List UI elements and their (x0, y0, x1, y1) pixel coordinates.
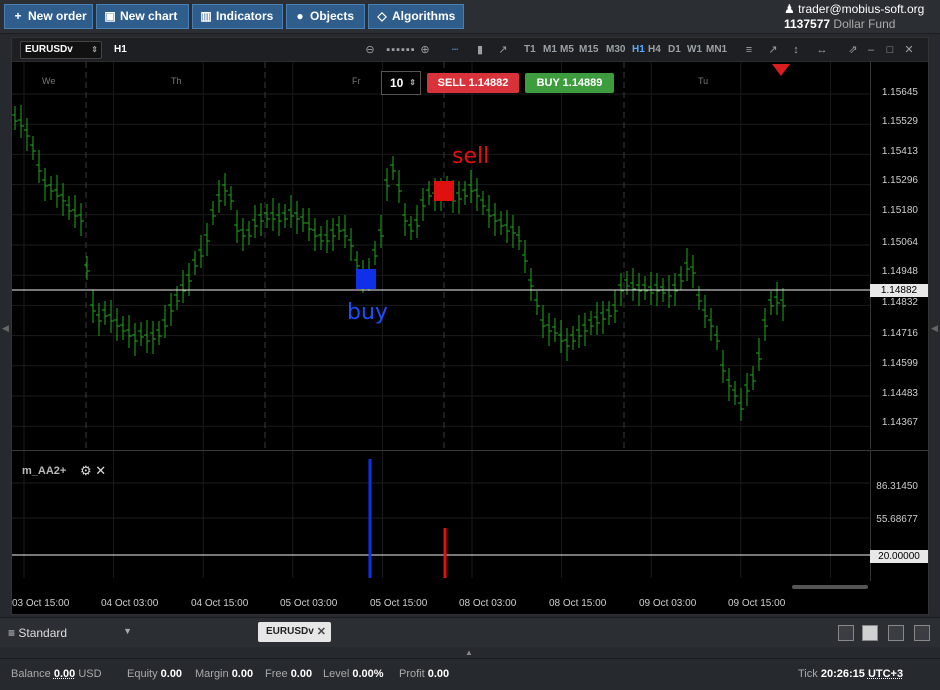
chevron-down-icon: ▼ (123, 626, 132, 636)
price-tick: 1.14716 (881, 328, 918, 339)
price-tick: 1.14367 (881, 417, 918, 428)
algorithms-button[interactable]: ◇ Algorithms (368, 4, 464, 29)
gear-icon[interactable]: ⚙ (80, 463, 92, 478)
top-toolbar: + New order ▣ New chart ▥ Indicators ● Objec… (0, 0, 940, 34)
price-tick: 1.15529 (881, 116, 918, 127)
workspace-select[interactable]: ≡ Standard ▼ (8, 626, 132, 640)
price-tick: 1.15413 (881, 146, 918, 157)
free-margin: Free 0.00 (265, 668, 313, 680)
equity: Equity 0.00 (127, 668, 183, 680)
user-email: trader@mobius-soft.org (798, 2, 925, 16)
indicator-name: m_AA2+ (22, 465, 67, 477)
profit: Profit 0.00 (399, 668, 450, 680)
margin: Margin 0.00 (195, 668, 254, 680)
right-panel-arrow-icon[interactable]: ◀ (931, 323, 938, 334)
price-tick: 1.14599 (881, 358, 918, 369)
indicator-level-label: 20.00000 (870, 550, 928, 563)
time-tick: 09 Oct 03:00 (639, 598, 697, 609)
lot-size-input[interactable]: 10 ⇕ (381, 71, 421, 95)
indicator-panel[interactable]: m_AA2+ ⚙ ✕ 86.31450 55.68677 20.00000 (12, 450, 928, 582)
workspace-bar: ≡ Standard ▼ EURUSDv ✕ (0, 617, 940, 647)
indicator-tick: 86.31450 (876, 481, 918, 492)
price-tick: 1.15064 (881, 237, 918, 248)
time-tick: 05 Oct 03:00 (280, 598, 338, 609)
new-order-button[interactable]: + New order (4, 4, 93, 29)
objects-button[interactable]: ● Objects (286, 4, 365, 29)
left-panel-arrow-icon[interactable]: ◀ (2, 323, 9, 334)
price-tick: 1.15645 (881, 87, 918, 98)
day-label: Tu (698, 76, 709, 86)
price-tick: 1.14483 (881, 388, 918, 399)
status-bar: Balance 0.00 USD Equity 0.00 Margin 0.00… (0, 658, 940, 690)
time-tick: 09 Oct 15:00 (728, 598, 786, 609)
balance: Balance 0.00 USD (11, 668, 102, 680)
time-axis[interactable]: 03 Oct 15:00 04 Oct 03:00 04 Oct 15:00 0… (12, 594, 872, 614)
chevron-updown-icon: ⇕ (409, 78, 416, 87)
plus-icon: + (14, 9, 22, 23)
user-icon: ♟ (784, 2, 795, 16)
objects-icon: ● (296, 9, 304, 23)
new-chart-button[interactable]: ▣ New chart (96, 4, 189, 29)
diamond-icon: ◇ (377, 9, 387, 23)
sell-marker (434, 181, 454, 201)
sell-button[interactable]: SELL 1.14882 (427, 73, 519, 93)
current-price-label: 1.14882 (870, 284, 928, 297)
time-tick: 03 Oct 15:00 (12, 598, 70, 609)
horizontal-scrollbar[interactable] (792, 585, 868, 589)
day-label: Th (171, 76, 182, 86)
price-axis[interactable]: 1.15645 1.15529 1.15413 1.15296 1.15180 … (870, 62, 928, 449)
time-tick: 08 Oct 15:00 (549, 598, 607, 609)
layout-rows-button[interactable] (914, 625, 930, 641)
day-label: We (42, 76, 56, 86)
close-icon[interactable]: ✕ (95, 463, 106, 478)
user-info[interactable]: ♟ trader@mobius-soft.org 1137577 Dollar … (784, 2, 932, 32)
price-tick: 1.14832 (881, 297, 918, 308)
menu-icon: ≡ (8, 626, 16, 640)
bar-icon: ▥ (200, 9, 212, 23)
time-tick: 05 Oct 15:00 (370, 598, 428, 609)
margin-level: Level 0.00% (323, 668, 384, 680)
buy-marker (356, 269, 376, 289)
server-time: Tick 20:26:15 UTC+3 (798, 668, 904, 680)
chart-icon: ▣ (104, 9, 116, 23)
account-name: Dollar Fund (833, 17, 896, 31)
maximize-icon[interactable]: □ (883, 42, 897, 58)
price-tick: 1.15180 (881, 205, 918, 216)
close-icon[interactable]: ✕ (317, 622, 326, 642)
indicators-button[interactable]: ▥ Indicators (192, 4, 283, 29)
indicator-axis[interactable]: 86.31450 55.68677 20.00000 (870, 451, 928, 581)
price-tick: 1.15296 (881, 175, 918, 186)
close-icon[interactable]: ✕ (902, 42, 916, 58)
panel-toggle-icon[interactable]: ▲ (465, 648, 473, 657)
time-tick: 04 Oct 15:00 (191, 598, 249, 609)
alert-triangle-icon (772, 64, 790, 76)
chart-window: EURUSDv ⇕ H1 ⊖ ▪▪▪▪▪▪ ⊕ ┄ ▮ ↗ T1 M1 M5 M15 M3… (11, 37, 929, 615)
layout-columns-button[interactable] (888, 625, 904, 641)
chart-tab[interactable]: EURUSDv ✕ (258, 622, 331, 642)
layout-grid-button[interactable] (862, 625, 878, 641)
account-id: 1137577 (784, 17, 831, 31)
sell-mark-label: sell (452, 144, 490, 169)
price-tick: 1.14948 (881, 266, 918, 277)
buy-button[interactable]: BUY 1.14889 (525, 73, 614, 93)
buy-mark-label: buy (347, 300, 388, 325)
indicator-tick: 55.68677 (876, 514, 918, 525)
day-label: Fr (352, 76, 361, 86)
time-tick: 08 Oct 03:00 (459, 598, 517, 609)
time-tick: 04 Oct 03:00 (101, 598, 159, 609)
layout-single-button[interactable] (838, 625, 854, 641)
